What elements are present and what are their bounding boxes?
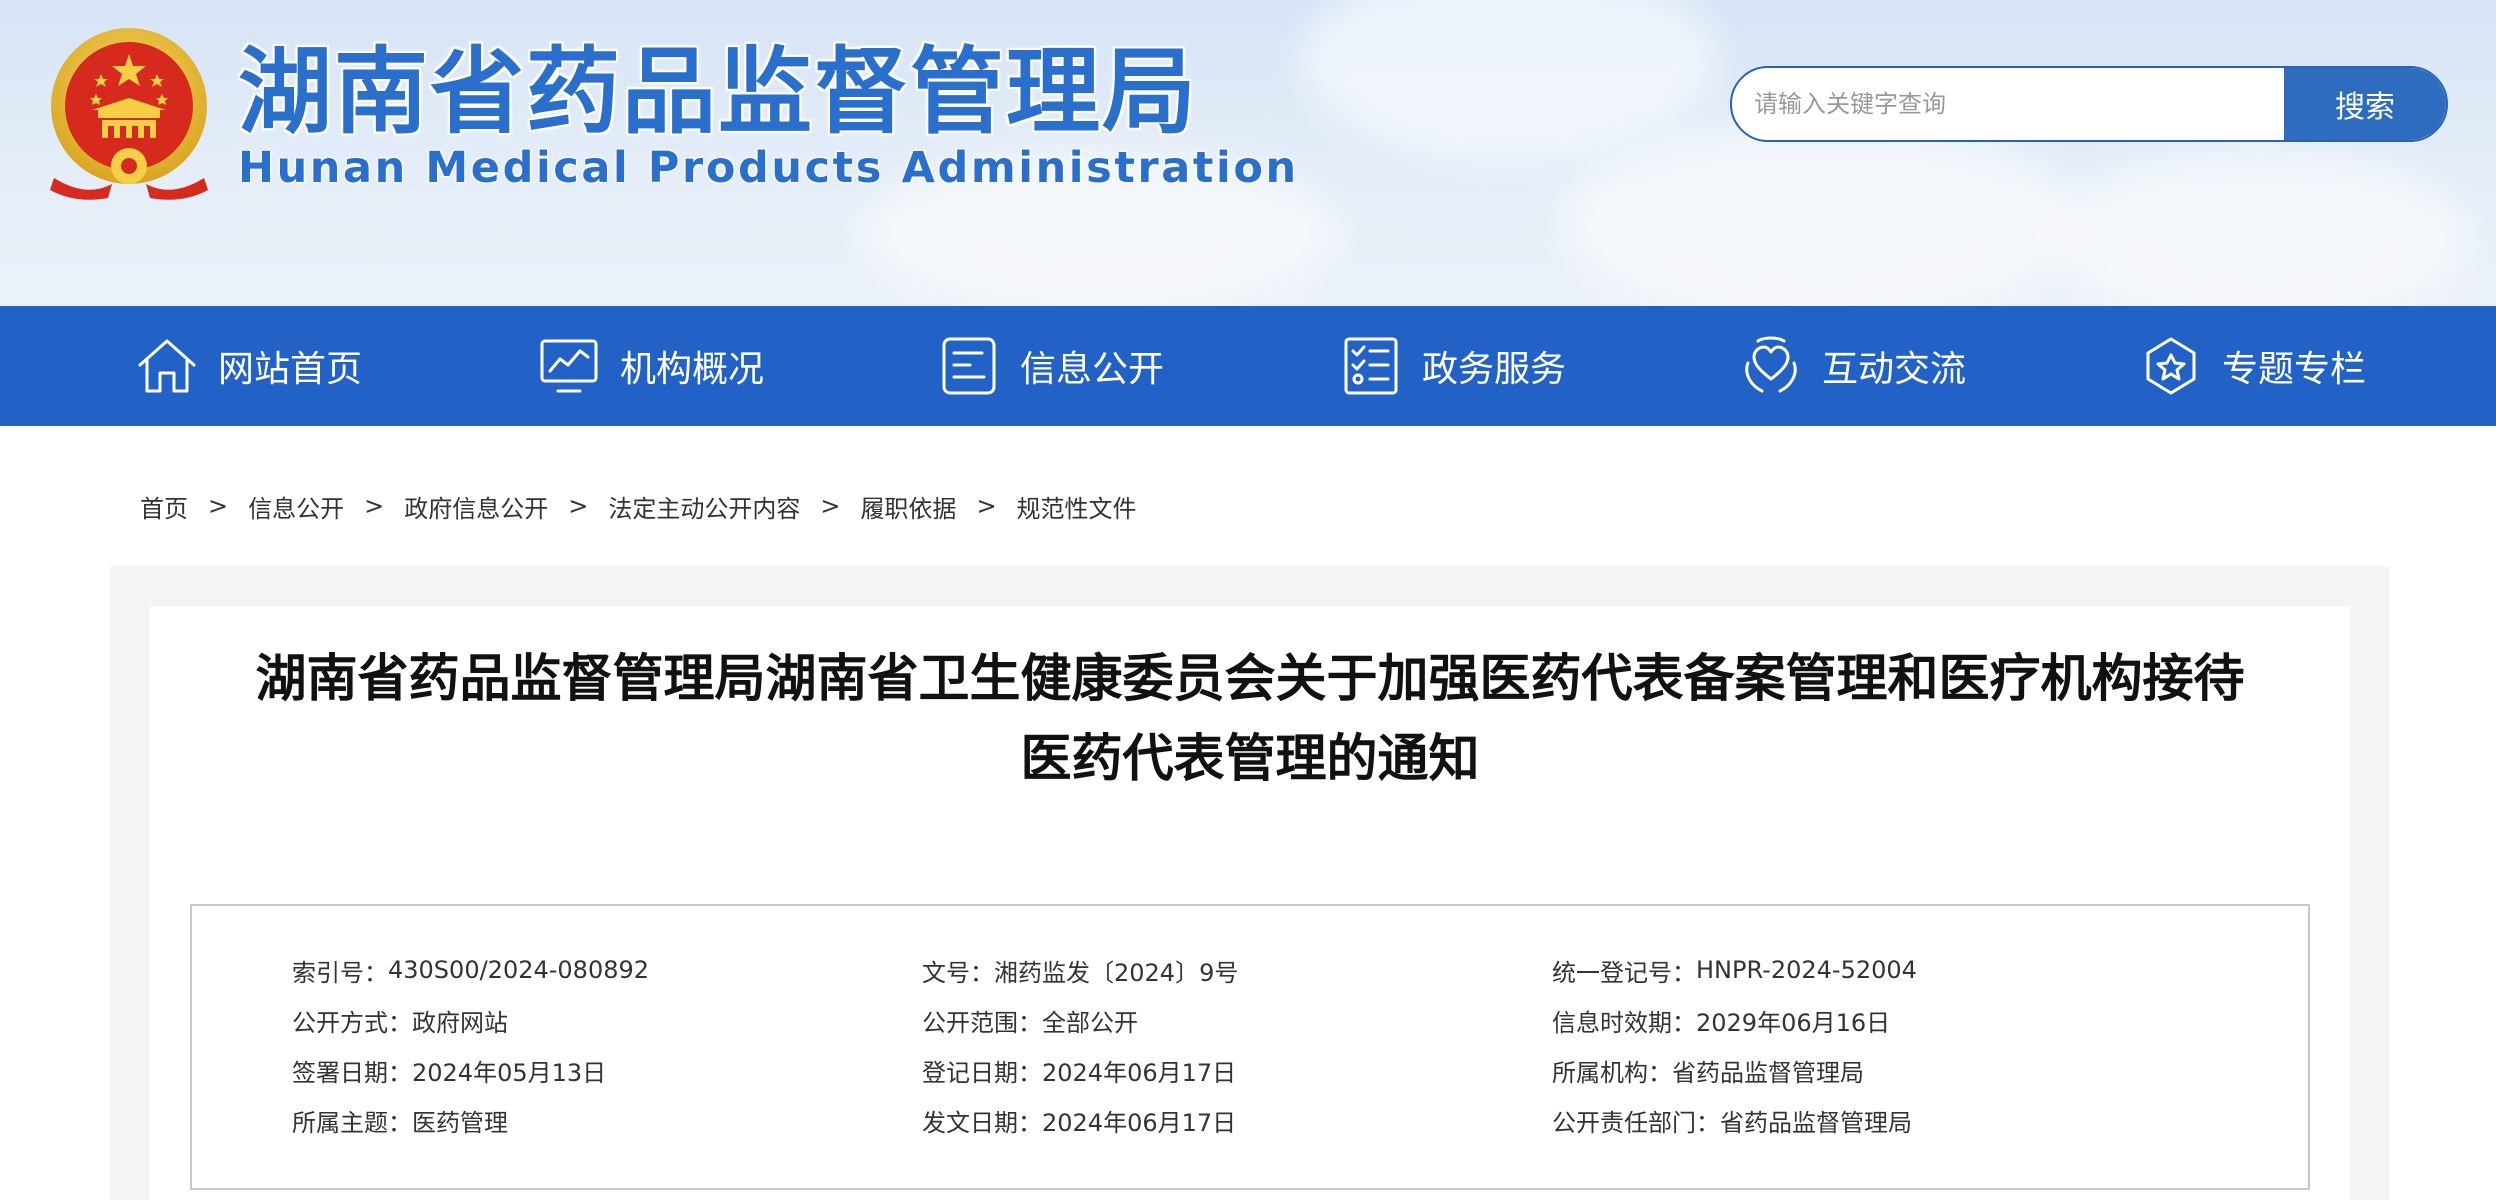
- breadcrumb-separator: >: [208, 492, 229, 520]
- site-header: 湖南省药品监督管理局 Hunan Medical Products Admini…: [0, 0, 2496, 306]
- breadcrumb-separator: >: [976, 492, 997, 520]
- breadcrumb-separator: >: [820, 492, 841, 520]
- meta-value: 2029年06月16日: [1696, 1008, 1891, 1037]
- nav-label: 网站首页: [218, 349, 363, 390]
- nav-item-home[interactable]: 网站首页: [134, 306, 362, 426]
- breadcrumb-separator: >: [568, 492, 589, 520]
- meta-responsible-department: 公开责任部门： 省药品监督管理局: [1552, 1100, 1912, 1140]
- meta-registration-date: 登记日期： 2024年06月17日: [922, 1050, 1236, 1090]
- site-subtitle: Hunan Medical Products Administration: [238, 143, 1299, 193]
- nav-item-services[interactable]: 政务服务: [1338, 306, 1566, 426]
- search-button[interactable]: 搜索: [2284, 68, 2446, 140]
- checklist-icon: [1344, 337, 1398, 395]
- breadcrumb-duty-basis[interactable]: 履职依据: [860, 489, 956, 524]
- meta-value: 医药管理: [412, 1108, 508, 1137]
- meta-issue-date: 发文日期： 2024年06月17日: [922, 1100, 1236, 1140]
- background-cloud: [2050, 150, 2470, 306]
- meta-value: 政府网站: [412, 1008, 508, 1037]
- heart-hands-icon: [1745, 336, 1797, 393]
- nav-label: 专题专栏: [2222, 349, 2367, 390]
- article-title-line: 医药代表管理的通知: [1020, 730, 1480, 789]
- meta-key: 登记日期：: [922, 1058, 1042, 1087]
- nav-label: 信息公开: [1020, 349, 1165, 390]
- breadcrumb-home[interactable]: 首页: [140, 489, 188, 524]
- search-box: 搜索: [1730, 66, 2448, 142]
- document-list-icon: [942, 337, 996, 395]
- breadcrumb-gov-info[interactable]: 政府信息公开: [404, 489, 548, 524]
- nav-item-interaction[interactable]: 互动交流: [1738, 306, 1966, 426]
- nav-item-info-disclosure[interactable]: 信息公开: [936, 306, 1164, 426]
- meta-key: 签署日期：: [292, 1058, 412, 1087]
- search-input[interactable]: [1732, 68, 2284, 140]
- meta-key: 统一登记号：: [1552, 958, 1696, 987]
- meta-validity-period: 信息时效期： 2029年06月16日: [1552, 1000, 1890, 1040]
- meta-key: 公开方式：: [292, 1008, 412, 1037]
- meta-key: 信息时效期：: [1552, 1008, 1696, 1037]
- meta-value: 2024年05月13日: [412, 1058, 607, 1087]
- meta-key: 所属主题：: [292, 1108, 412, 1137]
- breadcrumb-info-disclosure[interactable]: 信息公开: [248, 489, 344, 524]
- meta-value: 省药品监督管理局: [1672, 1058, 1864, 1087]
- monitor-chart-icon: [540, 339, 598, 393]
- star-badge-icon: [2146, 337, 2196, 395]
- meta-value: 全部公开: [1042, 1008, 1138, 1037]
- nav-label: 机构概况: [620, 349, 765, 390]
- meta-value: 湘药监发〔2024〕9号: [994, 958, 1239, 987]
- article-title-line: 湖南省药品监督管理局湖南省卫生健康委员会关于加强医药代表备案管理和医疗机构接待: [255, 650, 2245, 709]
- background-cloud: [1560, 120, 2080, 306]
- breadcrumb-normative-docs[interactable]: 规范性文件: [1017, 489, 1137, 524]
- meta-key: 发文日期：: [922, 1108, 1042, 1137]
- breadcrumb-separator: >: [364, 492, 385, 520]
- site-title: 湖南省药品监督管理局: [238, 38, 1199, 147]
- main-nav: 网站首页 机构概况 信息公开 政务服务 互动交流 专题专栏: [0, 306, 2496, 426]
- meta-value: 2024年06月17日: [1042, 1108, 1237, 1137]
- meta-disclosure-method: 公开方式： 政府网站: [292, 1000, 508, 1040]
- meta-key: 公开范围：: [922, 1008, 1042, 1037]
- meta-key: 公开责任部门：: [1552, 1108, 1720, 1137]
- nav-label: 政务服务: [1422, 349, 1567, 390]
- meta-value: 省药品监督管理局: [1720, 1108, 1912, 1137]
- meta-value: HNPR-2024-52004: [1696, 956, 1917, 984]
- meta-value: 2024年06月17日: [1042, 1058, 1237, 1087]
- meta-document-number: 文号： 湘药监发〔2024〕9号: [922, 950, 1238, 990]
- meta-value: 430S00/2024-080892: [388, 956, 650, 984]
- meta-disclosure-scope: 公开范围： 全部公开: [922, 1000, 1138, 1040]
- meta-unified-registration-number: 统一登记号： HNPR-2024-52004: [1552, 950, 1917, 990]
- breadcrumb-statutory-content[interactable]: 法定主动公开内容: [608, 489, 800, 524]
- article-title: 湖南省药品监督管理局湖南省卫生健康委员会关于加强医药代表备案管理和医疗机构接待 …: [180, 640, 2320, 800]
- document-metadata-box: 索引号： 430S00/2024-080892 公开方式： 政府网站 签署日期： 20…: [190, 904, 2310, 1190]
- home-icon: [138, 339, 196, 393]
- national-emblem-icon: [50, 28, 208, 200]
- meta-signing-date: 签署日期： 2024年05月13日: [292, 1050, 606, 1090]
- background-cloud: [1300, 0, 1720, 160]
- meta-organization: 所属机构： 省药品监督管理局: [1552, 1050, 1864, 1090]
- nav-label: 互动交流: [1822, 349, 1967, 390]
- meta-key: 所属机构：: [1552, 1058, 1672, 1087]
- meta-key: 文号：: [922, 958, 994, 987]
- breadcrumb: 首页 > 信息公开 > 政府信息公开 > 法定主动公开内容 > 履职依据 > 规…: [140, 488, 1137, 524]
- meta-key: 索引号：: [292, 958, 388, 987]
- nav-item-special[interactable]: 专题专栏: [2138, 306, 2366, 426]
- meta-index-number: 索引号： 430S00/2024-080892: [292, 950, 649, 990]
- nav-item-about[interactable]: 机构概况: [536, 306, 764, 426]
- meta-topic: 所属主题： 医药管理: [292, 1100, 508, 1140]
